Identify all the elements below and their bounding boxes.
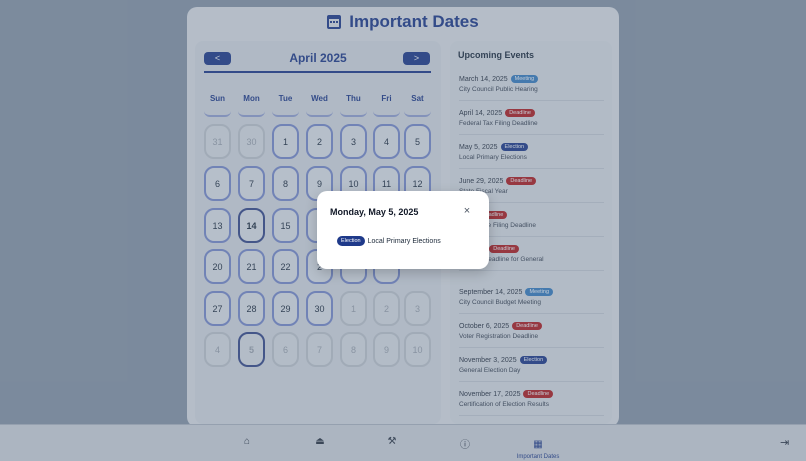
- event-name: Local Primary Elections: [367, 237, 441, 245]
- event-type-badge: Election: [337, 236, 365, 246]
- modal-title: Monday, May 5, 2025: [330, 207, 419, 217]
- modal-event-item: Election Local Primary Elections: [337, 236, 441, 246]
- day-detail-modal: Monday, May 5, 2025 × Election Local Pri…: [317, 191, 489, 269]
- close-icon[interactable]: ×: [461, 205, 473, 217]
